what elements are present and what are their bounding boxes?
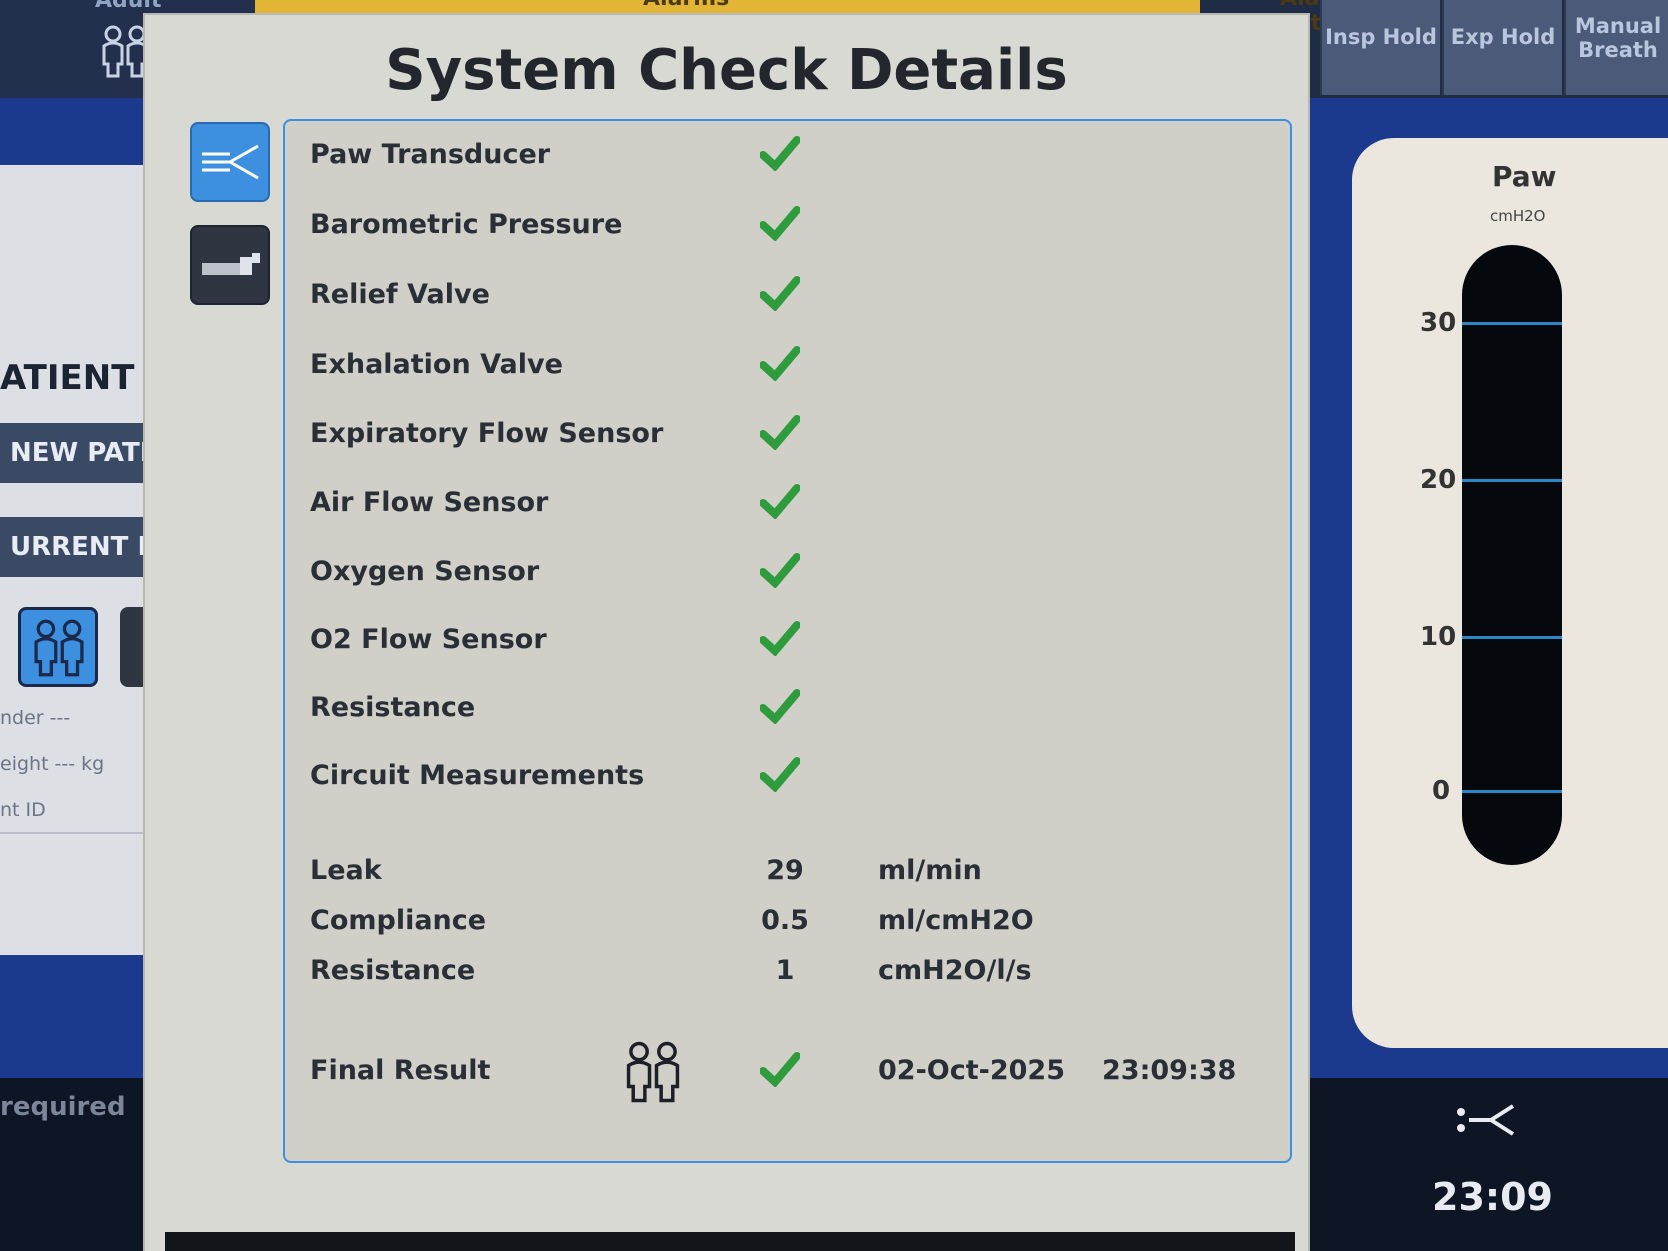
paw-tick-label: 10 [1420, 622, 1457, 652]
system-check-dialog: System Check Details Paw Transducer Baro… [145, 15, 1308, 1251]
breathing-circuit-icon [1457, 1104, 1515, 1136]
adult-pediatric-icon [34, 619, 84, 677]
check-pass-icon [760, 415, 800, 450]
check-pass-icon [760, 689, 800, 724]
check-label: Exhalation Valve [310, 349, 563, 380]
paw-tick-label: 20 [1420, 465, 1457, 495]
check-pass-icon [760, 346, 800, 381]
current-patient-button[interactable]: URRENT PA [0, 517, 165, 577]
measurement-value: 29 [766, 855, 804, 886]
insp-hold-label: Insp Hold [1325, 25, 1437, 49]
paw-gridline [1462, 636, 1562, 639]
paw-tick-label: 30 [1420, 308, 1457, 338]
final-result-time: 23:09:38 [1102, 1055, 1237, 1086]
exp-hold-button[interactable]: Exp Hold [1442, 0, 1562, 95]
check-pass-icon [760, 621, 800, 656]
gender-field: nder --- [0, 707, 71, 729]
check-row: O2 Flow Sensor [310, 621, 1270, 664]
check-pass-icon [760, 553, 800, 588]
check-pass-icon [760, 484, 800, 519]
alarms-label: Alarms [643, 0, 729, 11]
final-result-row: Final Result 02-Oct-2025 23:09:38 [310, 1041, 1270, 1103]
check-row: Circuit Measurements [310, 757, 1270, 800]
paw-gauge-unit: cmH2O [1490, 207, 1546, 225]
check-label: O2 Flow Sensor [310, 624, 547, 655]
measurement-label: Resistance [310, 955, 476, 986]
check-label: Expiratory Flow Sensor [310, 418, 664, 449]
adult-pediatric-icon [102, 25, 148, 78]
final-result-date: 02-Oct-2025 [878, 1055, 1065, 1086]
paw-gauge-bar [1462, 245, 1562, 865]
measurement-unit: cmH2O/l/s [878, 955, 1032, 986]
check-row: Oxygen Sensor [310, 553, 1270, 596]
check-label: Circuit Measurements [310, 760, 645, 791]
check-pass-icon [760, 276, 800, 311]
check-label: Resistance [310, 692, 476, 723]
dialog-title: System Check Details [385, 38, 1068, 103]
check-row: Paw Transducer [310, 136, 1270, 179]
check-pass-icon [760, 1052, 800, 1087]
check-label: Oxygen Sensor [310, 556, 540, 587]
check-pass-icon [760, 136, 800, 171]
check-row: Expiratory Flow Sensor [310, 415, 1270, 458]
alarms-bar[interactable]: Alarms Alarm Setup [255, 0, 1353, 36]
paw-gridline [1462, 790, 1562, 793]
paw-gridline [1462, 322, 1562, 325]
check-label: Relief Valve [310, 279, 490, 310]
measurement-row: Compliance 0.5 ml/cmH2O [310, 905, 1270, 945]
check-row: Resistance [310, 689, 1270, 732]
paw-tick-label: 0 [1432, 776, 1451, 806]
adult-patient-type-button[interactable] [18, 607, 98, 687]
breathing-circuit-icon [202, 144, 259, 180]
tab-system-check[interactable] [190, 122, 270, 202]
required-text: required [0, 1092, 126, 1122]
measurement-label: Leak [310, 855, 382, 886]
manual-breath-label: Manual Breath [1574, 14, 1662, 62]
check-row: Air Flow Sensor [310, 484, 1270, 527]
check-label: Barometric Pressure [310, 209, 623, 240]
exp-hold-label: Exp Hold [1450, 25, 1556, 49]
manual-breath-button[interactable]: Manual Breath [1564, 0, 1668, 95]
measurement-value: 1 [775, 955, 795, 986]
height-field: eight --- kg [0, 753, 105, 775]
clock: 23:09 [1432, 1175, 1553, 1219]
insp-hold-button[interactable]: Insp Hold [1320, 0, 1440, 95]
check-results-panel: Paw Transducer Barometric Pressure Relie… [283, 119, 1292, 1163]
measurement-row: Resistance 1 cmH2O/l/s [310, 955, 1270, 995]
measurement-value: 0.5 [761, 905, 809, 936]
measurement-label: Compliance [310, 905, 487, 936]
check-row: Barometric Pressure [310, 206, 1270, 249]
check-pass-icon [760, 206, 800, 241]
check-pass-icon [760, 757, 800, 792]
check-label: Paw Transducer [310, 139, 551, 170]
check-label: Air Flow Sensor [310, 487, 549, 518]
circuit-leak-icon [202, 253, 260, 275]
measurement-unit: ml/cmH2O [878, 905, 1034, 936]
measurement-unit: ml/min [878, 855, 982, 886]
final-result-label: Final Result [310, 1055, 491, 1086]
adult-pediatric-icon [626, 1041, 680, 1103]
new-patient-button[interactable]: NEW PATI [0, 423, 165, 483]
check-row: Exhalation Valve [310, 346, 1270, 389]
patient-mode-label: Adult [95, 0, 162, 13]
patient-id-field: nt ID [0, 799, 46, 821]
dialog-bottom-edge [165, 1232, 1295, 1251]
paw-gauge-title: Paw [1492, 160, 1557, 193]
check-row: Relief Valve [310, 276, 1270, 319]
tab-circuit-check[interactable] [190, 225, 270, 305]
paw-gridline [1462, 479, 1562, 482]
measurement-row: Leak 29 ml/min [310, 855, 1270, 895]
